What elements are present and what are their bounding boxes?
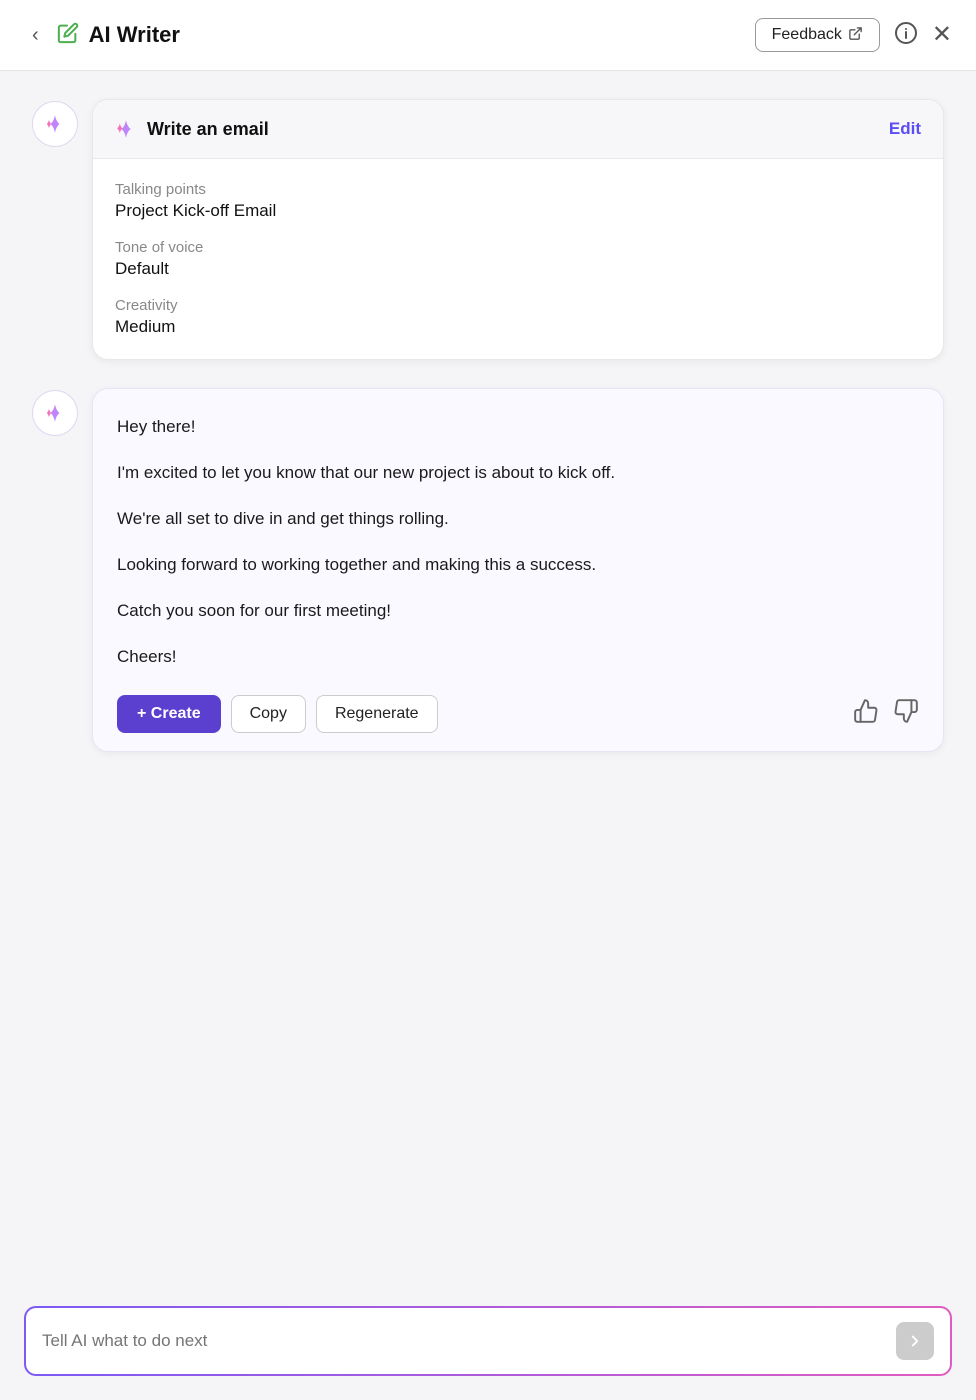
thumbs-down-button[interactable]: [893, 698, 919, 730]
sparkle-response-icon: [43, 401, 67, 425]
response-actions-left: + Create Copy Regenerate: [117, 695, 438, 733]
summary-card-title: Write an email: [115, 118, 269, 140]
response-closing: Cheers!: [117, 643, 919, 671]
tone-value: Default: [115, 259, 921, 279]
avatar-sparkle-summary: [32, 101, 78, 147]
input-container: [24, 1306, 952, 1376]
header-right: Feedback ✕: [755, 18, 952, 52]
response-body-4: Catch you soon for our first meeting!: [117, 597, 919, 625]
response-text: Hey there! I'm excited to let you know t…: [117, 413, 919, 671]
edit-button[interactable]: Edit: [889, 119, 921, 139]
pencil-icon: [57, 22, 79, 49]
summary-card-row: Write an email Edit Talking points Proje…: [32, 99, 944, 360]
response-body-2: We're all set to dive in and get things …: [117, 505, 919, 533]
chat-input[interactable]: [42, 1331, 886, 1351]
regenerate-button[interactable]: Regenerate: [316, 695, 438, 733]
creativity-field: Creativity Medium: [115, 297, 921, 337]
feedback-button[interactable]: Feedback: [755, 18, 880, 52]
creativity-value: Medium: [115, 317, 921, 337]
create-button[interactable]: + Create: [117, 695, 221, 733]
page-title: AI Writer: [89, 22, 180, 48]
copy-button[interactable]: Copy: [231, 695, 306, 733]
summary-card-body: Talking points Project Kick-off Email To…: [93, 159, 943, 359]
response-card-row: Hey there! I'm excited to let you know t…: [32, 388, 944, 752]
response-body-1: I'm excited to let you know that our new…: [117, 459, 919, 487]
close-button[interactable]: ✕: [932, 23, 952, 47]
response-card: Hey there! I'm excited to let you know t…: [92, 388, 944, 752]
sparkle-avatar-icon: [43, 112, 67, 136]
creativity-label: Creativity: [115, 297, 921, 314]
avatar-sparkle-response: [32, 390, 78, 436]
thumbs-up-button[interactable]: [853, 698, 879, 730]
talking-points-label: Talking points: [115, 181, 921, 198]
response-greeting: Hey there!: [117, 413, 919, 441]
header: ‹ AI Writer Feedback: [0, 0, 976, 71]
back-button[interactable]: ‹: [24, 21, 47, 49]
response-actions-right: [853, 698, 919, 730]
tone-field: Tone of voice Default: [115, 239, 921, 279]
main-content: Write an email Edit Talking points Proje…: [0, 71, 976, 1290]
talking-points-value: Project Kick-off Email: [115, 201, 921, 221]
tone-label: Tone of voice: [115, 239, 921, 256]
summary-card: Write an email Edit Talking points Proje…: [92, 99, 944, 360]
send-button[interactable]: [896, 1322, 934, 1360]
header-left: ‹ AI Writer: [24, 21, 180, 49]
feedback-label: Feedback: [772, 26, 842, 44]
response-actions: + Create Copy Regenerate: [117, 691, 919, 733]
summary-card-header: Write an email Edit: [93, 100, 943, 159]
info-button[interactable]: [894, 21, 918, 49]
sparkle-title-icon: [115, 118, 137, 140]
external-link-icon: [848, 26, 863, 44]
response-body-3: Looking forward to working together and …: [117, 551, 919, 579]
talking-points-field: Talking points Project Kick-off Email: [115, 181, 921, 221]
input-area: [0, 1290, 976, 1400]
